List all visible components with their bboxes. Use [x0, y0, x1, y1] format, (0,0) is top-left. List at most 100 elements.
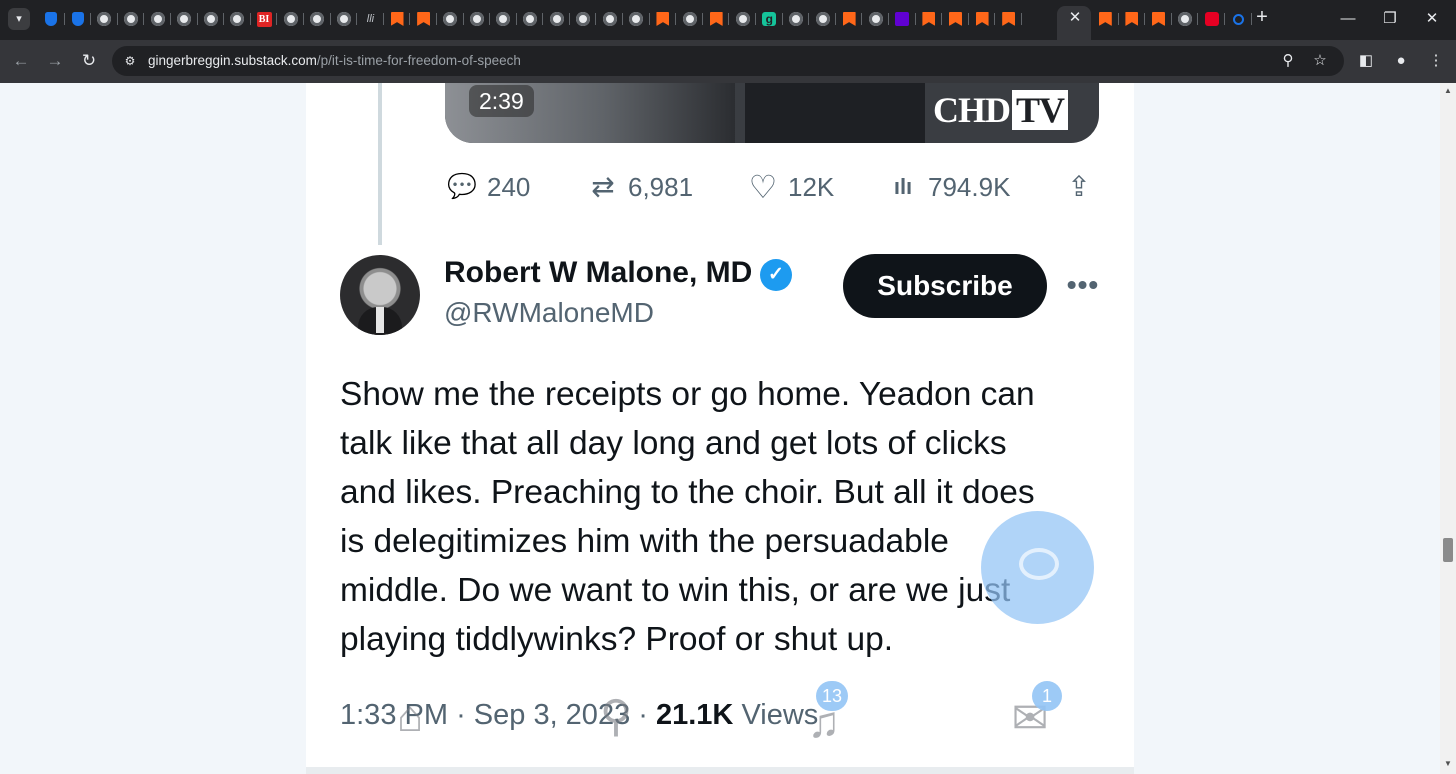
views-metric[interactable]: ılı 794.9K [886, 171, 1011, 203]
tab-close-icon[interactable]: ✕ [1066, 8, 1084, 28]
share-metric[interactable]: ⇪ [1062, 171, 1104, 203]
like-count: 12K [788, 171, 835, 202]
tweet-text-line: talk like that all day long and get lots… [340, 425, 1007, 462]
tab-bookmark-34[interactable] [942, 9, 969, 29]
home-icon[interactable]: ⌂ [386, 693, 434, 741]
tab-globe-15[interactable] [437, 9, 464, 29]
back-button[interactable]: ← [9, 49, 33, 73]
video-brand-main: CHD [933, 90, 1011, 130]
site-info-icon[interactable]: ⚙ [122, 53, 138, 69]
tab-bookmark-36[interactable] [995, 9, 1022, 29]
globe-favicon-icon [469, 12, 484, 26]
tab-bookmark-23[interactable] [650, 9, 677, 29]
scroll-down-arrow-icon[interactable]: ▼ [1443, 759, 1453, 769]
subscribe-button[interactable]: Subscribe [843, 254, 1047, 318]
browser-menu-icon[interactable]: ⋮ [1425, 50, 1447, 72]
tab-globe-31[interactable] [862, 9, 889, 29]
more-options-icon[interactable]: ••• [1064, 269, 1102, 301]
tab-bookmark-25[interactable] [703, 9, 730, 29]
forward-button[interactable]: → [43, 49, 67, 73]
red-favicon-icon [1204, 12, 1219, 26]
tab-globe-3[interactable] [118, 9, 145, 29]
globe-favicon-icon [283, 12, 298, 26]
tab-bookmark-0[interactable] [1092, 9, 1119, 29]
author-handle[interactable]: @RWMaloneMD [444, 295, 654, 331]
bookmark-star-icon[interactable]: ☆ [1310, 51, 1330, 71]
profile-icon[interactable]: ● [1390, 50, 1412, 72]
globe-favicon-icon [177, 12, 192, 26]
bookmark-favicon-icon [1002, 12, 1016, 26]
tab-red-4[interactable] [1198, 9, 1225, 29]
notifications-badge: 13 [816, 681, 849, 711]
page-scrollbar[interactable]: ▲ ▼ [1440, 83, 1456, 774]
tab-globe-22[interactable] [623, 9, 650, 29]
zoom-icon[interactable]: ⚲ [1278, 51, 1298, 71]
compose-fab[interactable] [981, 511, 1094, 624]
author-name[interactable]: Robert W Malone, MD [444, 253, 752, 293]
tab-globe-5[interactable] [171, 9, 198, 29]
tab-globe-20[interactable] [570, 9, 597, 29]
tab-globe-16[interactable] [464, 9, 491, 29]
tab-bookmark-13[interactable] [384, 9, 411, 29]
scroll-up-arrow-icon[interactable]: ▲ [1443, 86, 1453, 96]
tab-globe-3[interactable] [1172, 9, 1199, 29]
restore-button[interactable]: ❐ [1378, 8, 1402, 30]
globe-favicon-icon [496, 12, 511, 26]
tab-globe-2[interactable] [91, 9, 118, 29]
meta-separator: · [456, 699, 474, 731]
repost-metric[interactable]: ⇄ 6,981 [586, 171, 693, 203]
video-person [745, 83, 925, 143]
tab-globe-18[interactable] [517, 9, 544, 29]
tweet-text: Show me the receipts or go home. Yeadon … [340, 370, 1100, 664]
tab-shield-1[interactable] [65, 9, 92, 29]
tab-globe-26[interactable] [729, 9, 756, 29]
tab-globe-9[interactable] [277, 9, 304, 29]
tab-globe-21[interactable] [596, 9, 623, 29]
tab-globe-10[interactable] [304, 9, 331, 29]
tab-globe-28[interactable] [783, 9, 810, 29]
tab-text-12[interactable]: lli [357, 9, 384, 29]
tab-search-chevron-down-icon[interactable]: ▾ [8, 8, 30, 30]
bookmark-favicon-icon [1098, 12, 1112, 26]
like-metric[interactable]: ♡ 12K [746, 171, 835, 203]
globe-favicon-icon [868, 12, 883, 26]
tab-bi-8[interactable]: BI [251, 9, 278, 29]
tab-bookmark-1[interactable] [1119, 9, 1146, 29]
tab-g-27[interactable]: g [756, 9, 783, 29]
author-avatar[interactable] [340, 255, 420, 335]
tab-globe-4[interactable] [144, 9, 171, 29]
tab-globe-29[interactable] [809, 9, 836, 29]
url-text[interactable]: gingerbreggin.substack.com/p/it-is-time-… [148, 53, 521, 69]
reply-metric[interactable]: 💬 240 [445, 171, 530, 203]
tab-shield-0[interactable] [38, 9, 65, 29]
bar-chart-icon: ılı [893, 174, 913, 199]
tab-globe-19[interactable] [543, 9, 570, 29]
tab-bookmark-33[interactable] [916, 9, 943, 29]
tab-bookmark-30[interactable] [836, 9, 863, 29]
bookmark-favicon-icon [1151, 12, 1165, 26]
tab-bookmark-35[interactable] [969, 9, 996, 29]
new-tab-button[interactable]: + [1252, 7, 1272, 28]
tab-globe-6[interactable] [198, 9, 225, 29]
tab-search-5[interactable] [1225, 9, 1252, 29]
scrollbar-thumb[interactable] [1443, 538, 1453, 562]
side-panel-icon[interactable]: ◧ [1355, 50, 1377, 72]
browser-toolbar: ← → ↻ ⚙ gingerbreggin.substack.com/p/it-… [0, 40, 1456, 83]
video-thumbnail[interactable]: 2:39 CHD TV [445, 83, 1099, 143]
globe-favicon-icon [629, 12, 644, 26]
tab-globe-24[interactable] [676, 9, 703, 29]
tab-bookmark-2[interactable] [1145, 9, 1172, 29]
tab-globe-7[interactable] [224, 9, 251, 29]
tab-mail-32[interactable] [889, 9, 916, 29]
tab-globe-11[interactable] [331, 9, 358, 29]
bi-favicon-icon: BI [256, 11, 272, 27]
reload-button[interactable]: ↻ [77, 49, 101, 73]
tab-globe-17[interactable] [490, 9, 517, 29]
search-icon[interactable]: ⚲ [592, 693, 640, 741]
close-window-button[interactable]: ✕ [1420, 8, 1444, 30]
globe-favicon-icon [230, 12, 245, 26]
embedded-tweet-screenshot: 2:39 CHD TV 💬 240 ⇄ 6,981 ♡ 12K ılı 794.9… [306, 83, 1134, 774]
tab-bookmark-14[interactable] [410, 9, 437, 29]
address-bar[interactable]: ⚙ gingerbreggin.substack.com/p/it-is-tim… [112, 46, 1344, 76]
minimize-button[interactable]: — [1336, 8, 1360, 30]
